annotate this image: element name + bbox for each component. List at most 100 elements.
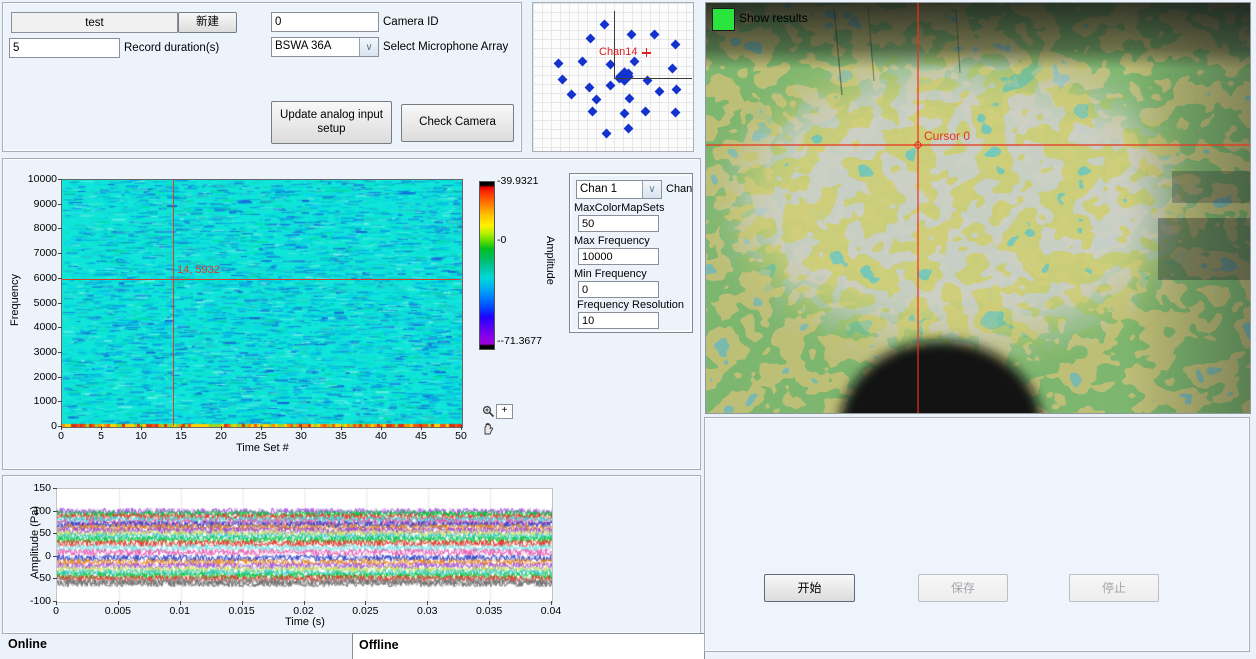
maxcolormapsets-input[interactable] <box>578 215 659 232</box>
tick-mark <box>489 601 490 605</box>
tick-mark <box>381 426 382 430</box>
tick-label: 30 <box>281 430 321 442</box>
array-cursor-h[interactable] <box>614 78 692 79</box>
mic-point <box>667 63 677 73</box>
tick-mark <box>53 578 57 579</box>
mic-point <box>626 29 636 39</box>
array-channel-label: Chan14 <box>599 46 638 58</box>
camera-id-input[interactable] <box>271 12 379 32</box>
frequency-resolution-input[interactable] <box>578 312 659 329</box>
tick-mark <box>58 228 62 229</box>
check-camera-button[interactable]: Check Camera <box>401 104 514 142</box>
tick-mark <box>242 601 243 605</box>
tick-label: 150 <box>9 482 51 494</box>
show-results-checkbox[interactable] <box>712 8 735 31</box>
mic-point <box>601 128 611 138</box>
stop-button[interactable]: 停止 <box>1069 574 1159 602</box>
tick-mark <box>53 511 57 512</box>
channel-select-label: Chan <box>666 183 692 195</box>
tick-mark <box>53 533 57 534</box>
tick-mark <box>58 327 62 328</box>
tick-mark <box>261 426 262 430</box>
spectrogram-plot[interactable] <box>61 179 463 428</box>
tick-label: 0.01 <box>156 605 204 617</box>
array-cursor-v[interactable] <box>614 11 615 78</box>
spectrogram-xlabel: Time Set # <box>236 442 289 454</box>
mic-point <box>605 80 615 90</box>
zoom-icon[interactable] <box>482 405 495 418</box>
config-panel: 新建 Record duration(s) Camera ID BSWA 36A… <box>2 2 522 152</box>
mic-point <box>623 123 633 133</box>
mic-array-label: Select Microphone Array <box>383 41 508 53</box>
tick-mark <box>551 601 552 605</box>
spectrogram-cursor-h[interactable] <box>61 279 461 280</box>
tick-mark <box>180 601 181 605</box>
action-panel: 开始 保存 停止 <box>704 417 1250 652</box>
mic-point <box>584 82 594 92</box>
tick-mark <box>58 278 62 279</box>
start-button[interactable]: 开始 <box>764 574 855 602</box>
tick-label: 7000 <box>15 247 57 259</box>
camera-result-view[interactable]: Cursor 0 Show results <box>705 2 1251 414</box>
tick-label: 40 <box>361 430 401 442</box>
tick-mark <box>221 426 222 430</box>
tick-mark <box>461 426 462 430</box>
tick-label: 35 <box>321 430 361 442</box>
tick-mark <box>58 204 62 205</box>
min-frequency-input[interactable] <box>578 281 659 298</box>
tick-mark <box>427 601 428 605</box>
mic-point <box>670 39 680 49</box>
tick-label: 50 <box>9 527 51 539</box>
tick-mark <box>58 401 62 402</box>
tick-label: 0.035 <box>465 605 513 617</box>
tick-mark <box>181 426 182 430</box>
mic-point <box>649 29 659 39</box>
tick-label: 2000 <box>15 371 57 383</box>
waveform-panel: Amplitude (Pa) Time (s) 150100500-50-100… <box>2 475 701 634</box>
chevron-down-icon[interactable]: ∨ <box>642 181 661 198</box>
spectrogram-panel: Frequency 14, 5932 Time Set # -39.9321 -… <box>2 158 701 470</box>
tick-label: 25 <box>241 430 281 442</box>
tick-mark <box>58 303 62 304</box>
acoustic-camera-app: 新建 Record duration(s) Camera ID BSWA 36A… <box>0 0 1256 658</box>
save-button[interactable]: 保存 <box>918 574 1008 602</box>
mic-array-select[interactable]: BSWA 36A ∨ <box>271 37 379 57</box>
tick-label: 0 <box>32 605 80 617</box>
tick-mark <box>56 601 57 605</box>
online-status-label: Online <box>8 637 47 651</box>
waveform-ylabel: Amplitude (Pa) <box>29 506 41 579</box>
spectrogram-cursor-v[interactable] <box>173 179 174 426</box>
tick-label: 0 <box>9 550 51 562</box>
cursor-mode-icon[interactable]: + <box>496 404 513 419</box>
tick-mark <box>421 426 422 430</box>
test-name-field[interactable] <box>11 12 178 33</box>
tick-label: 4000 <box>15 321 57 333</box>
channel-select[interactable]: Chan 1 ∨ <box>576 180 662 199</box>
tick-label: 10000 <box>15 173 57 185</box>
pan-hand-icon[interactable] <box>482 422 495 435</box>
mic-point <box>624 93 634 103</box>
tick-label: 50 <box>441 430 481 442</box>
new-button[interactable]: 新建 <box>178 12 237 33</box>
mic-point <box>557 74 567 84</box>
max-frequency-input[interactable] <box>578 248 659 265</box>
tick-mark <box>118 601 119 605</box>
mic-point <box>619 108 629 118</box>
record-duration-input[interactable] <box>9 38 120 58</box>
tick-label: 8000 <box>15 222 57 234</box>
tick-mark <box>365 601 366 605</box>
tick-label: 0.025 <box>341 605 389 617</box>
tick-label: 0.03 <box>403 605 451 617</box>
mic-point <box>670 107 680 117</box>
min-frequency-label: Min Frequency <box>574 268 647 280</box>
channel-select-value: Chan 1 <box>577 181 642 198</box>
waveform-plot[interactable] <box>56 488 553 603</box>
tick-label: 0.04 <box>527 605 575 617</box>
tick-label: 5 <box>81 430 121 442</box>
tick-mark <box>141 426 142 430</box>
mic-point <box>640 106 650 116</box>
update-analog-input-button[interactable]: Update analog input setup <box>271 101 392 144</box>
tick-label: 0 <box>41 430 81 442</box>
chevron-down-icon[interactable]: ∨ <box>359 38 378 56</box>
frequency-resolution-label: Frequency Resolution <box>577 299 684 311</box>
